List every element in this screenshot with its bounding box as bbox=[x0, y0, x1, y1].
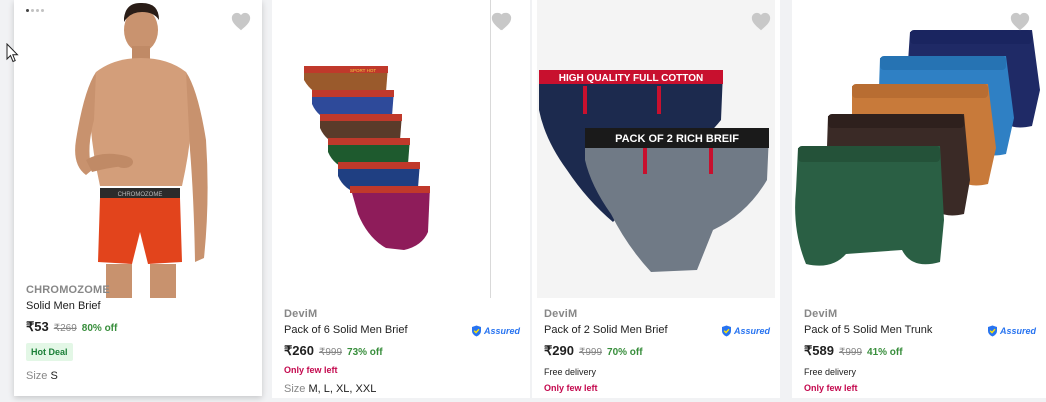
product-image[interactable]: HIGH QUALITY FULL COTTON PACK OF 2 RICH … bbox=[537, 0, 775, 298]
column-divider bbox=[490, 0, 491, 298]
price-row: ₹589 ₹999 41% off bbox=[804, 343, 1036, 359]
original-price: ₹999 bbox=[578, 347, 603, 358]
heart-icon[interactable] bbox=[230, 11, 252, 33]
size-info: Size S bbox=[26, 370, 252, 382]
product-info: CHROMOZOME Solid Men Brief ₹53 ₹269 80% … bbox=[26, 284, 252, 382]
discount-label: 70% off bbox=[607, 347, 643, 358]
heart-icon[interactable] bbox=[750, 11, 772, 33]
assured-shield-icon bbox=[987, 325, 997, 337]
price-row: ₹260 ₹999 73% off bbox=[284, 343, 520, 359]
price-row: ₹53 ₹269 80% off bbox=[26, 319, 252, 335]
brand-name: DeviM bbox=[544, 308, 578, 320]
stock-status: Only few left bbox=[284, 365, 338, 375]
brand-name: DeviM bbox=[284, 308, 318, 320]
original-price: ₹269 bbox=[53, 323, 77, 334]
selling-price: ₹53 bbox=[26, 319, 49, 334]
product-title[interactable]: Solid Men Brief bbox=[26, 300, 252, 312]
selling-price: ₹260 bbox=[284, 343, 314, 358]
heart-icon[interactable] bbox=[1009, 11, 1031, 33]
product-card[interactable]: SPORT HOT DeviM Pack of 6 Solid Men Brie… bbox=[272, 0, 530, 398]
original-price: ₹999 bbox=[838, 347, 863, 358]
waistband-text: CHROMOZOME bbox=[118, 192, 163, 198]
heart-icon[interactable] bbox=[491, 11, 513, 33]
discount-label: 73% off bbox=[347, 347, 383, 358]
product-info: DeviM Pack of 5 Solid Men Trunk Assured … bbox=[804, 308, 1036, 393]
product-card[interactable]: HIGH QUALITY FULL COTTON PACK OF 2 RICH … bbox=[532, 0, 780, 398]
stock-status: Only few left bbox=[804, 383, 858, 393]
delivery-info: Free delivery bbox=[804, 367, 857, 377]
product-image[interactable] bbox=[792, 0, 1046, 298]
image-carousel-dots[interactable] bbox=[26, 9, 44, 12]
selling-price: ₹589 bbox=[804, 343, 834, 358]
assured-label: Assured bbox=[483, 326, 520, 336]
product-image[interactable]: SPORT HOT bbox=[272, 0, 530, 298]
mouse-pointer-icon bbox=[6, 43, 19, 63]
discount-label: 80% off bbox=[81, 323, 118, 334]
assured-badge: Assured bbox=[471, 325, 520, 337]
banner-top-text: HIGH QUALITY FULL COTTON bbox=[559, 73, 703, 84]
product-image[interactable]: CHROMOZOME bbox=[14, 0, 262, 298]
product-info: DeviM Pack of 2 Solid Men Brief Assured … bbox=[544, 308, 770, 393]
assured-label: Assured bbox=[999, 326, 1036, 336]
product-card[interactable]: DeviM Pack of 5 Solid Men Trunk Assured … bbox=[792, 0, 1046, 398]
size-label: Size bbox=[284, 383, 306, 395]
selling-price: ₹290 bbox=[544, 343, 574, 358]
size-values: S bbox=[50, 370, 58, 382]
brand-name: DeviM bbox=[804, 308, 838, 320]
brand-name: CHROMOZOME bbox=[26, 284, 110, 296]
size-values: M, L, XL, XXL bbox=[308, 383, 377, 395]
assured-label: Assured bbox=[733, 326, 770, 336]
size-label: Size bbox=[26, 370, 48, 382]
product-grid: CHROMOZOME CHROMOZOME Solid Men Brief ₹5… bbox=[0, 0, 1046, 402]
product-info: DeviM Pack of 6 Solid Men Brief Assured … bbox=[284, 308, 520, 395]
delivery-info: Free delivery bbox=[544, 367, 597, 377]
assured-shield-icon bbox=[471, 325, 481, 337]
assured-badge: Assured bbox=[987, 325, 1036, 337]
hot-deal-badge: Hot Deal bbox=[26, 343, 73, 361]
banner-bottom-text: PACK OF 2 RICH BREIF bbox=[615, 133, 739, 145]
waistband-text: SPORT HOT bbox=[350, 68, 376, 73]
original-price: ₹999 bbox=[318, 347, 343, 358]
assured-shield-icon bbox=[721, 325, 731, 337]
size-info: Size M, L, XL, XXL bbox=[284, 383, 520, 395]
discount-label: 41% off bbox=[867, 347, 903, 358]
stock-status: Only few left bbox=[544, 383, 598, 393]
product-card[interactable]: CHROMOZOME CHROMOZOME Solid Men Brief ₹5… bbox=[14, 0, 262, 396]
price-row: ₹290 ₹999 70% off bbox=[544, 343, 770, 359]
assured-badge: Assured bbox=[721, 325, 770, 337]
